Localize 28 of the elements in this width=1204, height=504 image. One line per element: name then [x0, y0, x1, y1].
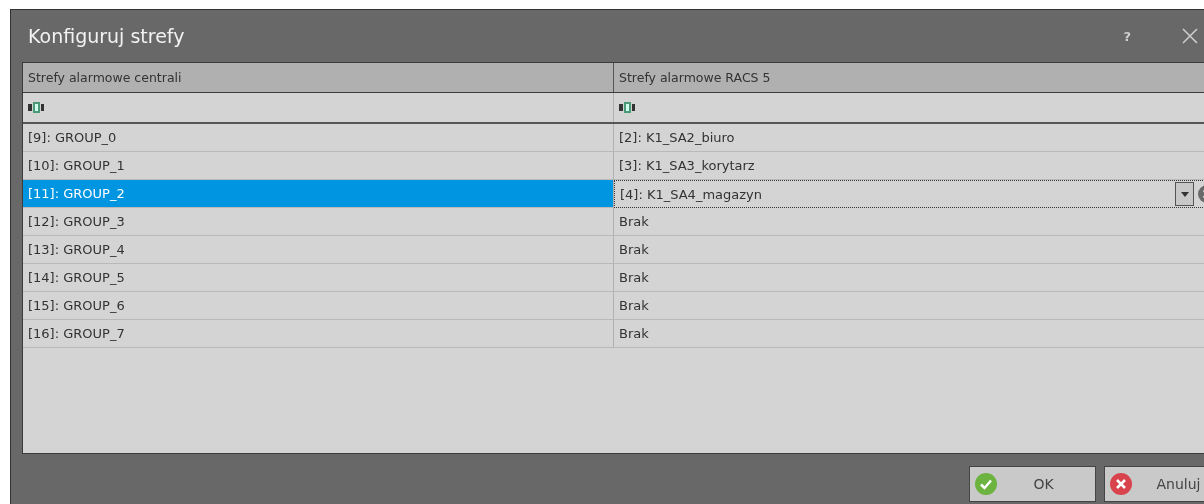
table-cell[interactable]: Brak: [614, 236, 1204, 264]
table-cell[interactable]: [9]: GROUP_0: [23, 124, 614, 152]
table-cell[interactable]: [2]: K1_SA2_biuro: [614, 124, 1204, 152]
table-cell[interactable]: Brak: [614, 292, 1204, 320]
filter-icon[interactable]: [619, 102, 635, 113]
cross-icon: [1110, 473, 1132, 495]
cancel-button[interactable]: Anuluj: [1104, 466, 1204, 502]
filter-icon[interactable]: [28, 102, 44, 113]
table-cell[interactable]: [13]: GROUP_4: [23, 236, 614, 264]
close-icon[interactable]: [1181, 27, 1199, 45]
dropdown-button[interactable]: [1175, 182, 1194, 206]
help-button[interactable]: ?: [1123, 28, 1131, 44]
field-value: [4]: K1_SA4_magazyn: [620, 186, 763, 202]
column-header[interactable]: Strefy alarmowe RACS 5: [614, 63, 1204, 92]
column-header[interactable]: Strefy alarmowe centrali: [23, 63, 614, 92]
table-cell[interactable]: [12]: GROUP_3: [23, 208, 614, 236]
dropdown-field[interactable]: [4]: K1_SA4_magazyn: [614, 180, 1204, 208]
table-cell[interactable]: Brak: [614, 264, 1204, 292]
table-cell[interactable]: [14]: GROUP_5: [23, 264, 614, 292]
table-cell[interactable]: [16]: GROUP_7: [23, 320, 614, 348]
table-cell[interactable]: [15]: GROUP_6: [23, 292, 614, 320]
ok-button[interactable]: OK: [969, 466, 1096, 502]
caret-icon: [1180, 191, 1189, 197]
table-cell[interactable]: Brak: [614, 208, 1204, 236]
window-title: Konfiguruj strefy: [28, 25, 185, 47]
check-icon: [975, 473, 997, 495]
table-cell[interactable]: Brak: [614, 320, 1204, 348]
table-cell[interactable]: [3]: K1_SA3_korytarz: [614, 152, 1204, 180]
